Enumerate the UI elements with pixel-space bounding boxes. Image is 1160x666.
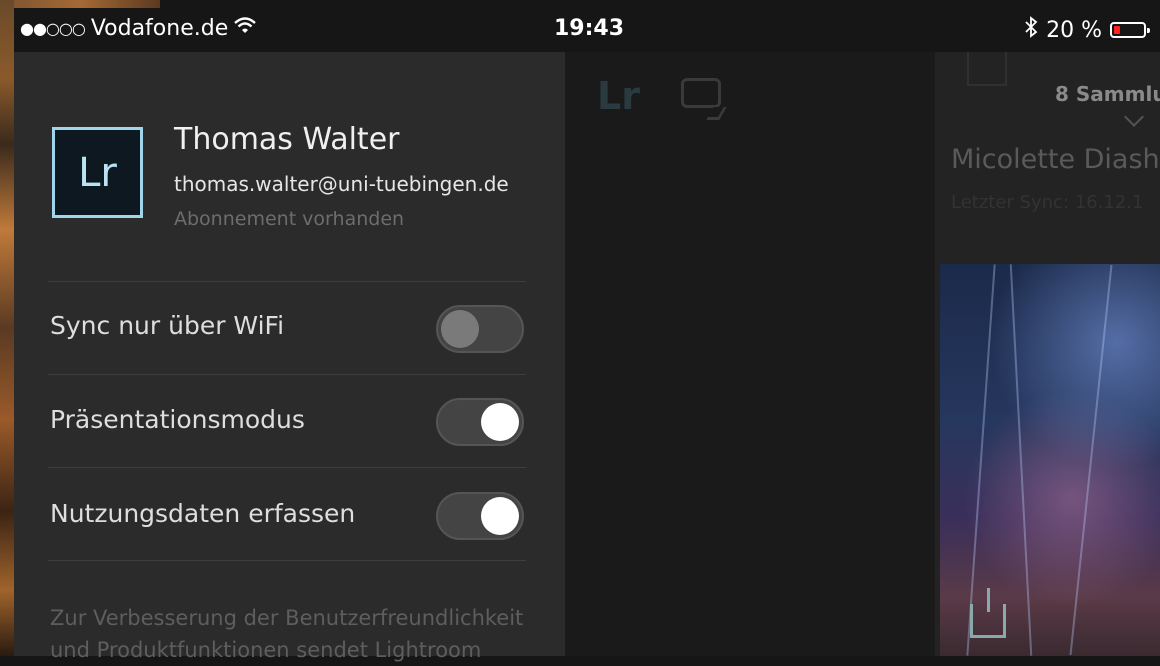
download-icon[interactable] bbox=[970, 588, 1006, 638]
status-time: 19:43 bbox=[554, 16, 625, 41]
photo-detail bbox=[966, 264, 996, 656]
setting-label-presentation-mode: Präsentationsmodus bbox=[50, 405, 305, 434]
user-email: thomas.walter@uni-tuebingen.de bbox=[174, 172, 509, 196]
status-left: ●●○○○ Vodafone.de bbox=[20, 16, 257, 41]
sync-wifi-toggle[interactable] bbox=[436, 305, 524, 353]
toggle-knob bbox=[481, 497, 519, 535]
chat-bubble-tail bbox=[706, 107, 727, 120]
album-title: Micolette Diasho bbox=[951, 144, 1160, 175]
toggle-knob bbox=[481, 403, 519, 441]
app-background: Lr 8 Sammlu Micolette Diasho Letzter Syn… bbox=[565, 52, 1160, 656]
usage-data-toggle[interactable] bbox=[436, 492, 524, 540]
lightroom-logo-icon: Lr bbox=[52, 127, 143, 218]
chat-bubble-icon[interactable] bbox=[681, 78, 727, 120]
download-arrow bbox=[987, 588, 990, 612]
collections-icon bbox=[967, 52, 1007, 86]
divider bbox=[48, 374, 526, 375]
status-bar: ●●○○○ Vodafone.de 19:43 20 % bbox=[14, 8, 1160, 52]
battery-tip bbox=[1147, 28, 1150, 33]
usage-data-description: Zur Verbesserung der Benutzerfreundlichk… bbox=[50, 606, 524, 662]
collection-panel: 8 Sammlu Micolette Diasho Letzter Sync: … bbox=[935, 52, 1160, 656]
photo-detail bbox=[1069, 264, 1113, 656]
album-cover-photo[interactable] bbox=[940, 264, 1160, 656]
subscription-status: Abonnement vorhanden bbox=[174, 208, 405, 230]
divider bbox=[48, 560, 526, 561]
album-sync-status: Letzter Sync: 16.12.1 bbox=[951, 192, 1144, 213]
setting-label-sync-wifi: Sync nur über WiFi bbox=[50, 311, 285, 340]
photo-detail bbox=[1009, 264, 1033, 656]
carrier-name: Vodafone.de bbox=[90, 16, 229, 41]
status-right: 20 % bbox=[1024, 16, 1150, 44]
collections-selector[interactable]: 8 Sammlu bbox=[1055, 82, 1160, 106]
toggle-knob bbox=[441, 310, 479, 348]
background-photo-edge bbox=[0, 0, 14, 656]
user-name: Thomas Walter bbox=[174, 122, 400, 157]
divider bbox=[48, 467, 526, 468]
settings-drawer: Lr Thomas Walter thomas.walter@uni-tuebi… bbox=[14, 52, 565, 662]
bluetooth-icon bbox=[1024, 16, 1038, 44]
app-logo-icon[interactable]: Lr bbox=[597, 74, 640, 118]
battery-level bbox=[1114, 26, 1120, 34]
chevron-down-icon[interactable] bbox=[1124, 107, 1144, 127]
background-photo-edge bbox=[0, 0, 160, 8]
setting-label-usage-data: Nutzungsdaten erfassen bbox=[50, 499, 356, 528]
divider bbox=[48, 281, 526, 282]
battery-percentage: 20 % bbox=[1046, 17, 1102, 43]
signal-strength-icon: ●●○○○ bbox=[20, 19, 86, 38]
presentation-mode-toggle[interactable] bbox=[436, 398, 524, 446]
battery-icon bbox=[1110, 22, 1150, 38]
wifi-icon bbox=[234, 16, 257, 41]
